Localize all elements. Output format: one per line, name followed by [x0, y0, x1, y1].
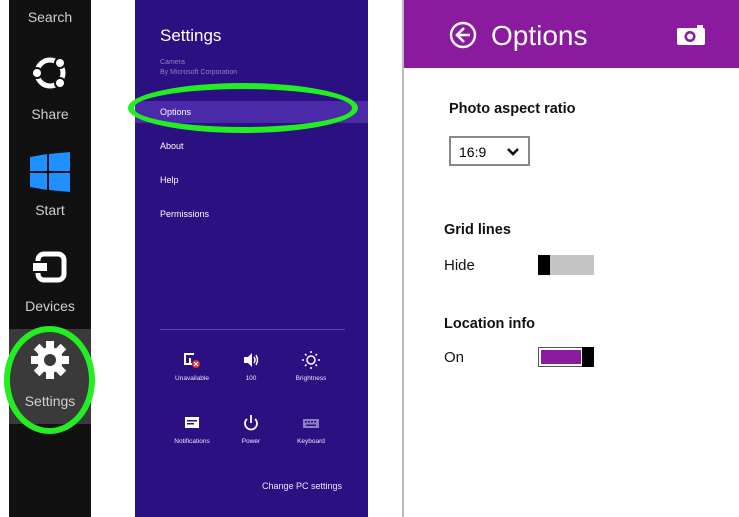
- quick-setting-power[interactable]: Power: [220, 414, 282, 445]
- windows-logo-icon: [30, 152, 70, 192]
- app-publisher: By Microsoft Corporation: [160, 69, 238, 76]
- pane-divider: [402, 0, 404, 517]
- quick-setting-volume[interactable]: 100: [220, 351, 282, 382]
- chevron-down-icon: [507, 148, 519, 156]
- charm-share[interactable]: Share: [9, 44, 91, 126]
- keyboard-icon: [303, 419, 319, 428]
- share-icon: [31, 57, 66, 89]
- camera-icon: [677, 25, 705, 45]
- location-info-toggle[interactable]: [538, 347, 594, 367]
- settings-menu-about[interactable]: About: [135, 135, 368, 157]
- charm-search-label: Search: [27, 9, 73, 25]
- aspect-ratio-dropdown[interactable]: 16:9: [449, 136, 530, 166]
- notifications-label: Notifications: [174, 438, 210, 445]
- gear-icon: [31, 341, 69, 379]
- settings-pane: Settings Camera By Microsoft Corporation…: [135, 0, 368, 517]
- location-info-toggle-thumb: [582, 347, 594, 367]
- brightness-label: Brightness: [295, 375, 327, 382]
- volume-icon: [244, 353, 259, 367]
- quick-setting-notifications[interactable]: Notifications: [161, 414, 223, 445]
- power-icon: [244, 415, 258, 431]
- quick-settings-divider: [160, 329, 345, 330]
- quick-setting-network[interactable]: Unavailable: [161, 351, 223, 382]
- network-unavailable-icon: [184, 353, 200, 368]
- network-label: Unavailable: [175, 375, 209, 382]
- settings-menu-permissions[interactable]: Permissions: [135, 203, 368, 225]
- charm-share-label: Share: [31, 106, 69, 122]
- aspect-ratio-value: 16:9: [459, 144, 487, 160]
- grid-lines-label: Grid lines: [444, 222, 511, 238]
- devices-icon: [31, 251, 67, 283]
- quick-setting-brightness[interactable]: Brightness: [280, 351, 342, 382]
- charm-settings-label: Settings: [24, 393, 76, 409]
- app-name: Camera: [160, 59, 185, 66]
- charm-settings[interactable]: Settings: [9, 329, 91, 424]
- charm-start[interactable]: Start: [9, 140, 91, 222]
- charm-search[interactable]: Search: [9, 0, 91, 40]
- location-info-state: On: [444, 349, 465, 366]
- grid-lines-toggle[interactable]: [538, 255, 594, 275]
- grid-lines-toggle-thumb: [538, 255, 550, 275]
- app-info: Camera By Microsoft Corporation: [160, 58, 340, 78]
- charm-devices-label: Devices: [25, 298, 75, 314]
- settings-menu-help[interactable]: Help: [135, 169, 368, 191]
- options-title: Options: [491, 20, 588, 51]
- change-pc-settings-link[interactable]: Change PC settings: [262, 481, 342, 491]
- charm-devices[interactable]: Devices: [9, 236, 91, 318]
- volume-label: 100: [245, 375, 257, 382]
- power-label: Power: [241, 438, 261, 445]
- photo-aspect-ratio-label: Photo aspect ratio: [449, 101, 576, 117]
- keyboard-label: Keyboard: [297, 438, 325, 445]
- location-info-label: Location info: [444, 316, 536, 332]
- charms-bar: Search Share Start Devices Settings: [9, 0, 91, 517]
- notifications-icon: [185, 417, 199, 428]
- settings-menu-options[interactable]: Options: [135, 101, 368, 123]
- settings-title: Settings: [160, 26, 222, 45]
- back-arrow-icon[interactable]: [449, 21, 477, 49]
- quick-setting-keyboard[interactable]: Keyboard: [280, 414, 342, 445]
- location-info-toggle-fill: [541, 350, 581, 364]
- brightness-icon: [302, 351, 320, 369]
- charm-start-label: Start: [35, 202, 65, 218]
- grid-lines-state: Hide: [444, 257, 475, 274]
- options-header: Options: [404, 0, 739, 68]
